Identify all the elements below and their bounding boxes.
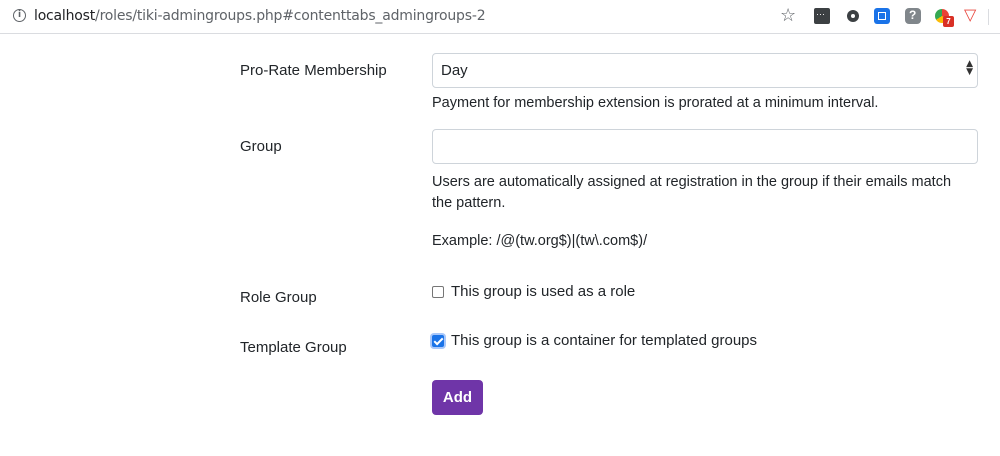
add-button[interactable]: Add — [432, 380, 483, 415]
role-group-checkbox[interactable] — [432, 286, 444, 298]
extension-square-icon[interactable] — [874, 8, 890, 24]
info-icon[interactable]: i — [13, 9, 26, 22]
extension-help-icon[interactable] — [905, 8, 921, 24]
group-label: Group — [240, 138, 282, 155]
select-arrows-icon: ▲ ▼ — [966, 59, 973, 77]
extension-more-icon[interactable] — [814, 8, 830, 24]
group-help-line1: Users are automatically assigned at regi… — [432, 174, 952, 190]
prorate-membership-select[interactable]: Day ▲ ▼ — [432, 53, 978, 88]
prorate-selected-value: Day — [441, 62, 468, 79]
template-group-checkbox-label[interactable]: This group is a container for templated … — [451, 332, 757, 349]
group-example-text: Example: /@(tw.org$)|(tw\.com$)/ — [432, 233, 648, 249]
group-pattern-input[interactable] — [432, 129, 978, 164]
prorate-help-text: Payment for membership extension is pror… — [432, 95, 879, 111]
url-path: /roles/tiki-admingroups.php#contenttabs_… — [95, 8, 486, 24]
role-group-label: Role Group — [240, 289, 317, 306]
url-host: localhost — [34, 8, 96, 24]
bookmark-star-icon[interactable]: ☆ — [780, 5, 796, 26]
toolbar-divider — [988, 9, 989, 25]
extension-record-icon[interactable] — [845, 8, 861, 24]
template-group-checkbox[interactable] — [432, 335, 444, 347]
pocket-icon[interactable] — [964, 5, 980, 24]
extension-badge: 7 — [943, 16, 954, 27]
prorate-membership-label: Pro-Rate Membership — [240, 62, 387, 79]
role-group-checkbox-label[interactable]: This group is used as a role — [451, 283, 635, 300]
address-bar[interactable]: i localhost/roles/tiki-admingroups.php#c… — [0, 0, 1000, 34]
url-text[interactable]: localhost/roles/tiki-admingroups.php#con… — [34, 8, 486, 24]
group-help-line2: the pattern. — [432, 195, 506, 211]
template-group-label: Template Group — [240, 339, 347, 356]
